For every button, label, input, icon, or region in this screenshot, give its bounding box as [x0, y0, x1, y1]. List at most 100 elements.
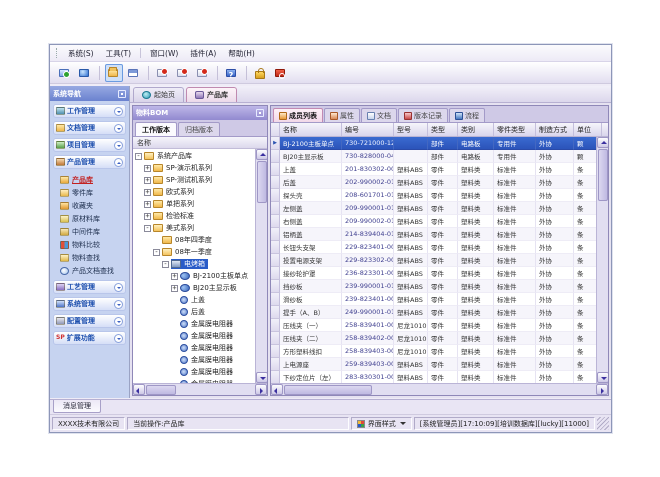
- sidebar-item-4[interactable]: 中间件库: [60, 225, 126, 238]
- table-row[interactable]: BJ20主显示板730-828000-04X部件电路板专用件外协颗: [271, 150, 608, 163]
- pin-icon[interactable]: [118, 90, 126, 98]
- column-header-2[interactable]: 型号: [394, 123, 428, 136]
- expand-plus-icon[interactable]: +: [171, 285, 178, 292]
- sidebar-section-6[interactable]: 配置管理: [53, 314, 126, 328]
- table-row[interactable]: 上盖201-830302-00X塑料ABS零件塑料类标准件外协条: [271, 163, 608, 176]
- message-manager-tab[interactable]: 消息管理: [53, 400, 101, 413]
- version-tab-1[interactable]: 归档版本: [178, 122, 220, 136]
- sidebar-item-7[interactable]: 产品文档查找: [60, 264, 126, 277]
- tree-node[interactable]: 金属膜电阻器: [133, 366, 267, 378]
- sidebar-item-6[interactable]: 物料查找: [60, 251, 126, 264]
- scroll-down-icon[interactable]: [256, 372, 268, 383]
- scroll-right-icon[interactable]: [596, 384, 608, 395]
- column-header-5[interactable]: 零件类型: [494, 123, 536, 136]
- expand-plus-icon[interactable]: +: [171, 273, 178, 280]
- scroll-down-icon[interactable]: [597, 372, 609, 383]
- column-header-6[interactable]: 制造方式: [536, 123, 574, 136]
- member-tab-2[interactable]: 文档: [361, 108, 397, 122]
- tree-node[interactable]: 金属膜电阻器: [133, 342, 267, 354]
- expand-plus-icon[interactable]: +: [144, 165, 151, 172]
- collapse-minus-icon[interactable]: -: [144, 225, 151, 232]
- tree-node[interactable]: +SP-测试机系列: [133, 174, 267, 186]
- table-row[interactable]: 探头壳208-601701-01X塑料ABS零件塑料类标准件外协条: [271, 189, 608, 202]
- scrollbar-thumb[interactable]: [257, 161, 267, 203]
- table-row[interactable]: 上电源座259-839403-00X塑料ABS零件塑料类标准件外协条: [271, 358, 608, 371]
- sidebar-item-2[interactable]: 收藏夹: [60, 199, 126, 212]
- tree-node[interactable]: -美式系列: [133, 222, 267, 234]
- sidebar-section-4[interactable]: 工艺管理: [53, 280, 126, 294]
- chevron-down-icon[interactable]: [114, 107, 123, 116]
- scroll-left-icon[interactable]: [271, 384, 283, 395]
- version-tab-0[interactable]: 工作版本: [135, 122, 177, 136]
- sidebar-section-3[interactable]: 产品管理: [53, 155, 126, 169]
- member-tab-0[interactable]: 成员列表: [273, 108, 323, 122]
- folder-button[interactable]: [105, 64, 123, 82]
- tree-node[interactable]: +BJ20主显示板: [133, 282, 267, 294]
- menu-item-4[interactable]: 帮助(H): [222, 46, 261, 61]
- table-row[interactable]: 接纱轮护罩236-823301-00X塑料ABS零件塑料类标准件外协条: [271, 267, 608, 280]
- tree-node[interactable]: 金属膜电阻器: [133, 318, 267, 330]
- doc-edit-button[interactable]: [174, 64, 192, 82]
- tree-horizontal-scrollbar[interactable]: [133, 383, 267, 395]
- table-row[interactable]: 投置电源支架229-823302-00X塑料ABS零件塑料类标准件外协条: [271, 254, 608, 267]
- doc-new-button[interactable]: [154, 64, 172, 82]
- pin-icon[interactable]: [256, 109, 264, 117]
- table-row[interactable]: 方形塑料线扣258-839403-00X尼龙1010零件塑料类标准件外协条: [271, 345, 608, 358]
- table-row[interactable]: 压线夹（一）258-839401-00X尼龙1010零件塑料类标准件外协条: [271, 319, 608, 332]
- menu-item-2[interactable]: 窗口(W): [144, 46, 184, 61]
- collapse-minus-icon[interactable]: -: [162, 261, 169, 268]
- column-header-1[interactable]: 编号: [342, 123, 394, 136]
- sidebar-section-7[interactable]: SP扩展功能: [53, 331, 126, 345]
- chevron-down-icon[interactable]: [114, 283, 123, 292]
- chevron-down-icon[interactable]: [114, 141, 123, 150]
- table-row[interactable]: 长钮头支架229-823401-00X塑料ABS零件塑料类标准件外协条: [271, 241, 608, 254]
- scroll-up-icon[interactable]: [256, 149, 268, 160]
- scroll-left-icon[interactable]: [133, 384, 145, 395]
- tree-node[interactable]: +欧式系列: [133, 186, 267, 198]
- chevron-up-icon[interactable]: [114, 158, 123, 167]
- tree-node[interactable]: 后盖: [133, 306, 267, 318]
- tree-node[interactable]: -08年一季度: [133, 246, 267, 258]
- chevron-down-icon[interactable]: [114, 300, 123, 309]
- column-header-4[interactable]: 类别: [458, 123, 494, 136]
- sidebar-section-2[interactable]: 项目管理: [53, 138, 126, 152]
- tree-node[interactable]: 上盖: [133, 294, 267, 306]
- layout-button[interactable]: [125, 64, 143, 82]
- doc-tab-0[interactable]: 起始页: [133, 87, 184, 102]
- sidebar-section-1[interactable]: 文档管理: [53, 121, 126, 135]
- menu-item-3[interactable]: 插件(A): [184, 46, 222, 61]
- menu-item-1[interactable]: 工具(T): [100, 46, 137, 61]
- table-row[interactable]: 提手（A、B）249-990001-01X塑料ABS零件塑料类标准件外协条: [271, 306, 608, 319]
- grid-vertical-scrollbar[interactable]: [596, 137, 608, 383]
- tree-node[interactable]: 08年四季度: [133, 234, 267, 246]
- sidebar-item-0[interactable]: 产品库: [60, 173, 126, 186]
- menu-item-0[interactable]: 系统(S): [62, 46, 100, 61]
- tree-node[interactable]: +BJ-2100主板单点: [133, 270, 267, 282]
- sidebar-item-3[interactable]: 原材料库: [60, 212, 126, 225]
- tree-node[interactable]: +检验标准: [133, 210, 267, 222]
- sidebar-section-5[interactable]: 系统管理: [53, 297, 126, 311]
- tree-node[interactable]: 金属膜电阻器: [133, 354, 267, 366]
- column-header-7[interactable]: 单位: [574, 123, 602, 136]
- table-row[interactable]: 右侧盖209-990002-01X塑料ABS零件塑料类标准件外协条: [271, 215, 608, 228]
- sidebar-item-1[interactable]: 零件库: [60, 186, 126, 199]
- collapse-minus-icon[interactable]: -: [135, 153, 142, 160]
- help-button[interactable]: [223, 64, 241, 82]
- tree-node[interactable]: +单把系列: [133, 198, 267, 210]
- expand-plus-icon[interactable]: +: [144, 213, 151, 220]
- chevron-down-icon[interactable]: [114, 317, 123, 326]
- globe-button[interactable]: [76, 64, 94, 82]
- power-button[interactable]: [272, 64, 290, 82]
- tree-node[interactable]: 金属膜电阻器: [133, 330, 267, 342]
- scroll-right-icon[interactable]: [255, 384, 267, 395]
- sidebar-section-0[interactable]: 工作管理: [53, 104, 126, 118]
- table-row[interactable]: 铝柄盖214-839404-01X塑料ABS零件塑料类标准件外协条: [271, 228, 608, 241]
- scroll-up-icon[interactable]: [597, 137, 609, 148]
- tree-node[interactable]: -系统产品库: [133, 150, 267, 162]
- expand-plus-icon[interactable]: +: [144, 189, 151, 196]
- menubar-grip[interactable]: [56, 48, 59, 58]
- member-tab-1[interactable]: 属性: [324, 108, 360, 122]
- expand-plus-icon[interactable]: +: [144, 177, 151, 184]
- doc-delete-button[interactable]: [194, 64, 212, 82]
- scrollbar-thumb[interactable]: [284, 385, 372, 395]
